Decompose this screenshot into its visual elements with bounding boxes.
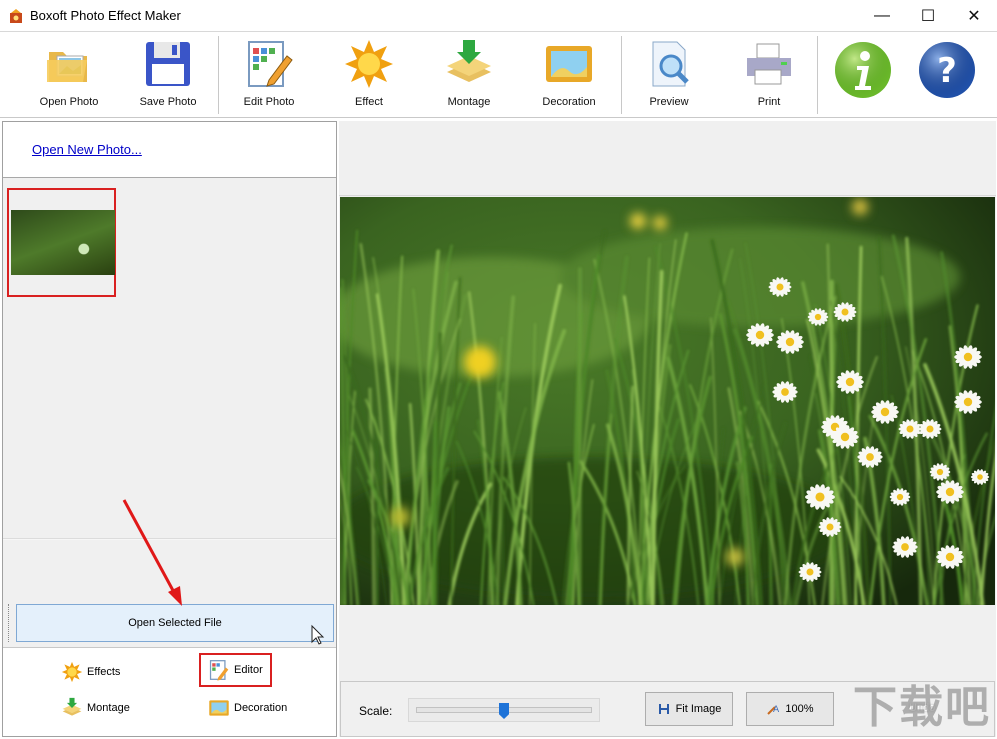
site-watermark: 下载吧 bbox=[853, 683, 991, 732]
editor-tool-label: Editor bbox=[234, 664, 263, 676]
fit-icon bbox=[657, 702, 671, 716]
app-logo-icon bbox=[8, 8, 24, 24]
open-photo-label: Open Photo bbox=[39, 96, 99, 108]
montage-button[interactable]: Montage bbox=[424, 38, 514, 114]
preview-header bbox=[339, 121, 996, 196]
magic-zoom-icon: A bbox=[766, 702, 780, 716]
maximize-icon: ☐ bbox=[920, 7, 936, 25]
effect-label: Effect bbox=[355, 96, 383, 108]
montage-tool-button[interactable]: Montage bbox=[61, 697, 130, 719]
main-toolbar: Open Photo Save Photo Edit Photo Effect … bbox=[0, 31, 997, 118]
folder-photo-icon bbox=[43, 38, 95, 90]
help-icon: ? bbox=[917, 40, 977, 100]
decoration-tool-label: Decoration bbox=[234, 702, 288, 714]
montage-stack-icon bbox=[443, 38, 495, 90]
picture-frame-icon bbox=[543, 38, 595, 90]
printer-icon bbox=[743, 38, 795, 90]
svg-text:A: A bbox=[773, 705, 780, 715]
effects-tool-button[interactable]: Effects bbox=[61, 661, 120, 683]
zoom-100-label: 100% bbox=[785, 703, 814, 715]
daisy-field-image bbox=[340, 197, 995, 605]
print-label: Print bbox=[757, 96, 781, 108]
montage-stack-icon bbox=[61, 697, 83, 719]
preview-photo bbox=[340, 197, 995, 605]
thumbnail-image bbox=[11, 210, 115, 275]
decoration-button[interactable]: Decoration bbox=[524, 38, 614, 114]
slider-thumb[interactable] bbox=[499, 703, 509, 719]
fit-image-button[interactable]: Fit Image bbox=[645, 692, 733, 726]
close-button[interactable]: ✕ bbox=[951, 0, 997, 31]
photo-preview-panel: Scale: Fit Image A 100% Undo bbox=[339, 121, 996, 737]
toolbar-divider bbox=[218, 36, 219, 114]
montage-label: Montage bbox=[447, 96, 491, 108]
picture-frame-icon bbox=[208, 697, 230, 719]
print-button[interactable]: Print bbox=[724, 38, 814, 114]
edit-photo-button[interactable]: Edit Photo bbox=[224, 38, 314, 114]
zoom-100-button[interactable]: A 100% bbox=[746, 692, 834, 726]
editor-tool-button[interactable]: Editor bbox=[199, 653, 272, 687]
sun-burst-icon bbox=[343, 38, 395, 90]
toolbar-divider bbox=[621, 36, 622, 114]
open-selected-file-button[interactable]: Open Selected File bbox=[16, 604, 334, 642]
save-photo-button[interactable]: Save Photo bbox=[123, 38, 213, 114]
info-button[interactable] bbox=[818, 40, 908, 116]
scale-label: Scale: bbox=[359, 704, 393, 718]
open-photo-button[interactable]: Open Photo bbox=[24, 38, 114, 114]
window-title: Boxoft Photo Effect Maker bbox=[30, 8, 181, 23]
scale-slider[interactable] bbox=[408, 698, 600, 722]
effects-tool-label: Effects bbox=[87, 666, 121, 678]
save-photo-label: Save Photo bbox=[139, 96, 197, 108]
floppy-disk-icon bbox=[142, 38, 194, 90]
preview-button[interactable]: Preview bbox=[624, 38, 714, 114]
help-button[interactable]: ? bbox=[902, 40, 992, 116]
magnifier-page-icon bbox=[643, 38, 695, 90]
edit-photo-label: Edit Photo bbox=[243, 96, 295, 108]
panel-splitter[interactable] bbox=[3, 538, 336, 540]
edit-grid-pencil-icon bbox=[243, 38, 295, 90]
preview-label: Preview bbox=[649, 96, 689, 108]
maximize-button[interactable]: ☐ bbox=[905, 0, 951, 31]
fit-image-label: Fit Image bbox=[675, 703, 722, 715]
title-bar: Boxoft Photo Effect Maker — ☐ ✕ bbox=[0, 0, 997, 31]
sun-burst-icon bbox=[61, 661, 83, 683]
bottom-tool-panel: Effects Editor Montage Decoration bbox=[3, 647, 336, 736]
open-new-area: Open New Photo... bbox=[3, 122, 336, 178]
selected-thumbnail[interactable] bbox=[7, 188, 116, 297]
minimize-button[interactable]: — bbox=[859, 0, 905, 31]
open-new-photo-link[interactable]: Open New Photo... bbox=[32, 142, 142, 157]
effect-button[interactable]: Effect bbox=[324, 38, 414, 114]
montage-tool-label: Montage bbox=[87, 702, 130, 714]
toolbar-grip[interactable] bbox=[8, 604, 10, 642]
decoration-tool-button[interactable]: Decoration bbox=[208, 697, 287, 719]
photo-browser-panel: Open New Photo... Open Selected File Eff… bbox=[2, 121, 337, 737]
svg-text:?: ? bbox=[937, 51, 957, 91]
decoration-label: Decoration bbox=[542, 96, 596, 108]
edit-grid-pencil-icon bbox=[208, 659, 230, 681]
minimize-icon: — bbox=[874, 6, 890, 24]
close-icon: ✕ bbox=[967, 7, 981, 25]
info-icon bbox=[833, 40, 893, 100]
